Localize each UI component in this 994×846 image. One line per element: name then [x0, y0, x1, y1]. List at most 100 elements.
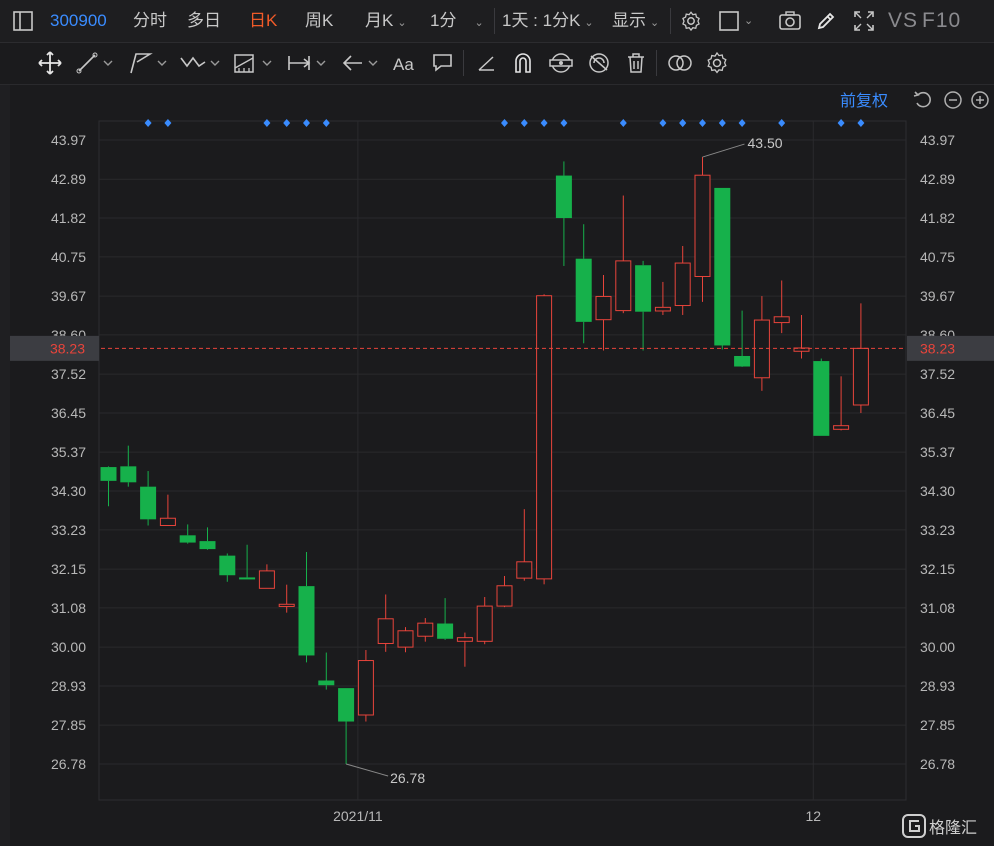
- candle: [258, 564, 275, 589]
- event-markers: [144, 119, 865, 127]
- plot-frame: [98, 120, 907, 801]
- candle-body: [516, 561, 533, 579]
- chevron-down-icon: ⌄: [397, 17, 407, 29]
- candle: [298, 552, 315, 663]
- display-select[interactable]: 显示 ⌄: [612, 0, 659, 42]
- f10-button[interactable]: F10: [922, 0, 961, 42]
- candle: [516, 509, 533, 581]
- period-select[interactable]: 1天 : 1分K ⌄: [502, 0, 594, 42]
- drawing-settings-gear-icon[interactable]: [704, 50, 730, 76]
- pencil-icon[interactable]: [815, 0, 839, 42]
- event-marker: [520, 119, 528, 127]
- y-tick-label-left: 35.37: [51, 444, 86, 460]
- fullscreen-icon[interactable]: [853, 0, 877, 42]
- kline-chart[interactable]: 43.97 43.97 42.89 42.89 41.82 41.82 40.75 40.75…: [0, 85, 994, 846]
- magnet-icon[interactable]: [511, 50, 535, 76]
- lock-drawing-icon[interactable]: [548, 50, 574, 76]
- candle: [654, 281, 671, 315]
- min-annotation-line: [345, 763, 389, 777]
- ruler-tool-icon[interactable]: [232, 50, 276, 76]
- candles: [100, 157, 869, 764]
- y-tick-label-right: 42.89: [920, 171, 955, 187]
- vs-button[interactable]: VS: [888, 0, 918, 42]
- candle: [437, 598, 454, 640]
- event-marker: [144, 119, 152, 127]
- y-tick-label-left: 36.45: [51, 405, 86, 421]
- sidebar-toggle-icon[interactable]: [12, 0, 40, 42]
- candle-body: [179, 535, 196, 543]
- adjust-mode-label[interactable]: 前复权: [840, 92, 888, 110]
- zoom-out-icon[interactable]: [944, 91, 962, 109]
- candle: [615, 195, 632, 314]
- event-marker: [857, 119, 865, 127]
- candle-body: [852, 347, 869, 406]
- tab-week-k[interactable]: 周K: [305, 0, 333, 42]
- reset-icon[interactable]: [913, 91, 931, 108]
- candle: [813, 358, 830, 436]
- text-tool-icon[interactable]: Aa: [392, 50, 418, 76]
- zoom-in-icon[interactable]: [971, 91, 989, 109]
- y-tick-label-right: 27.85: [920, 717, 955, 733]
- candle: [833, 376, 850, 431]
- trash-icon[interactable]: [624, 50, 648, 76]
- camera-icon[interactable]: [778, 0, 804, 42]
- y-tick-label-left: 30.00: [51, 639, 86, 655]
- tab-1min[interactable]: 1分 ⌄: [430, 0, 484, 42]
- display-label: 显示: [612, 11, 646, 30]
- x-tick-label: 12: [806, 808, 822, 824]
- candle-body: [674, 262, 691, 307]
- tab-fenshi[interactable]: 分时: [133, 0, 167, 42]
- candle-body: [615, 260, 632, 312]
- layout-square-icon[interactable]: ⌄: [718, 0, 758, 42]
- candle-body: [100, 467, 117, 481]
- chart-grid: [98, 120, 907, 801]
- event-marker: [303, 119, 310, 127]
- tab-day-k[interactable]: 日K: [249, 0, 277, 42]
- slash-tool-icon[interactable]: [476, 50, 498, 76]
- overlay-circles-icon[interactable]: [666, 50, 694, 76]
- hide-drawing-icon[interactable]: [586, 50, 612, 76]
- candle: [635, 260, 652, 351]
- settings-gear-icon[interactable]: [680, 0, 704, 42]
- candle-body: [595, 295, 612, 321]
- candle-body: [417, 622, 434, 637]
- tab-duori[interactable]: 多日: [187, 0, 221, 42]
- move-crosshair-icon[interactable]: [37, 50, 63, 76]
- y-tick-label-right: 39.67: [920, 288, 955, 304]
- candle: [179, 524, 196, 544]
- event-marker: [560, 119, 568, 127]
- event-marker: [164, 119, 172, 127]
- candle: [100, 466, 117, 507]
- y-tick-label-left: 27.85: [51, 717, 86, 733]
- candle-body: [357, 660, 374, 716]
- y-tick-label-right: 32.15: [920, 561, 955, 577]
- y-tick-label-left: 39.67: [51, 288, 86, 304]
- y-tick-label-left: 28.93: [51, 678, 86, 694]
- y-tick-label-right: 36.45: [920, 405, 955, 421]
- period-select-label: 1天 : 1分K: [502, 11, 581, 30]
- divider: [494, 8, 495, 34]
- range-tool-icon[interactable]: [286, 50, 330, 76]
- y-tick-label-right: 26.78: [920, 756, 955, 772]
- candle-body: [199, 541, 216, 550]
- comment-tool-icon[interactable]: [431, 50, 455, 76]
- candle-body: [456, 637, 473, 642]
- arrow-back-icon[interactable]: [340, 50, 382, 76]
- max-annotation-line: [702, 143, 745, 158]
- y-tick-label-left: 33.23: [51, 522, 86, 538]
- stock-code[interactable]: 300900: [50, 0, 107, 42]
- candle-body: [813, 361, 830, 436]
- candle: [159, 494, 176, 527]
- channel-tool-icon[interactable]: [128, 50, 170, 76]
- y-tick-label-right: 40.75: [920, 249, 955, 265]
- y-tick-label-left: 40.75: [51, 249, 86, 265]
- svg-text:Aa: Aa: [393, 55, 414, 74]
- tab-month-k[interactable]: 月K ⌄: [365, 0, 407, 42]
- candle-body: [714, 187, 731, 346]
- tab-month-k-label: 月K: [365, 11, 394, 30]
- drawing-toolbar: Aa: [0, 42, 994, 85]
- candle-body: [258, 570, 275, 589]
- candle: [397, 627, 414, 653]
- line-tool-icon[interactable]: [76, 50, 116, 76]
- wave-tool-icon[interactable]: [179, 50, 223, 76]
